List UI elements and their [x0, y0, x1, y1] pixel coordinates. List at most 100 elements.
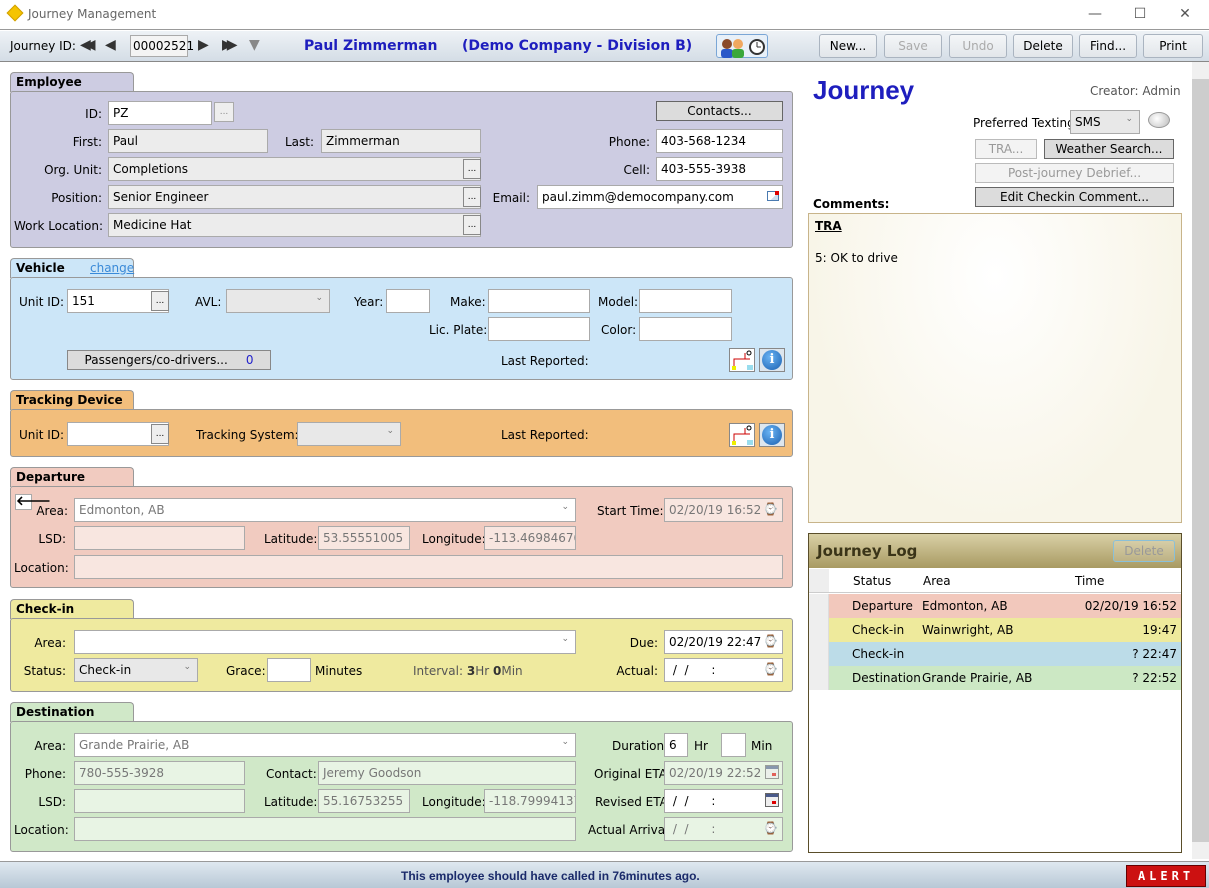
start-time-field[interactable]: 02/20/19 16:52 ⌚ — [664, 498, 783, 522]
clock-icon[interactable]: ⌚ — [763, 502, 778, 516]
first-record-icon[interactable]: ◀◀ — [80, 37, 95, 53]
tra-button[interactable]: TRA... — [975, 139, 1037, 159]
original-eta-field[interactable]: 02/20/19 22:52 — [664, 761, 783, 785]
calendar-icon[interactable] — [765, 793, 779, 807]
filter-icon[interactable]: ▼ — [249, 37, 260, 53]
first-name-field[interactable]: Paul — [108, 129, 268, 153]
people-clock-button[interactable] — [716, 34, 768, 58]
contact-field[interactable]: Jeremy Goodson — [318, 761, 576, 785]
dest-location-field[interactable] — [74, 817, 576, 841]
work-location-lookup-button[interactable]: ... — [463, 215, 481, 235]
duration-hours-field[interactable]: 6 — [664, 733, 688, 757]
plate-field[interactable] — [488, 317, 590, 341]
dest-lon-field[interactable]: -118.79994137 — [484, 789, 576, 813]
row-selector[interactable] — [809, 666, 829, 690]
send-email-icon[interactable] — [767, 191, 779, 201]
delete-button[interactable]: Delete — [1013, 34, 1073, 58]
duration-minutes-field[interactable] — [721, 733, 746, 757]
tracking-map-button[interactable] — [729, 423, 755, 447]
vehicle-map-button[interactable] — [729, 348, 755, 372]
post-journey-debrief-button[interactable]: Post-journey Debrief... — [975, 163, 1174, 183]
vertical-scrollbar[interactable] — [1192, 62, 1209, 859]
log-row[interactable]: Departure Edmonton, AB 02/20/19 16:52 — [809, 594, 1181, 618]
emp-id-field[interactable]: PZ — [108, 101, 212, 125]
last-record-icon[interactable]: ▶▶ — [222, 37, 237, 53]
journey-id-field[interactable]: 00002521 — [130, 35, 194, 57]
new-button[interactable]: New... — [819, 34, 877, 58]
change-vehicle-link[interactable]: change — [90, 261, 134, 275]
departure-lsd-field[interactable] — [74, 526, 245, 550]
speech-bubble-icon[interactable] — [1148, 112, 1170, 128]
email-field[interactable]: paul.zimm@democompany.com — [537, 185, 783, 209]
position-lookup-button[interactable]: ... — [463, 187, 481, 207]
clock-icon[interactable]: ⌚ — [763, 662, 778, 676]
edit-checkin-comment-button[interactable]: Edit Checkin Comment... — [975, 187, 1174, 207]
log-delete-button[interactable]: Delete — [1113, 540, 1175, 562]
actual-field[interactable]: / / : ⌚ — [664, 658, 783, 682]
year-field[interactable] — [386, 289, 430, 313]
emp-id-lookup-button[interactable]: ... — [214, 102, 234, 122]
clock-icon[interactable]: ⌚ — [763, 821, 778, 835]
dest-lat-field[interactable]: 55.16753255 — [318, 789, 410, 813]
preferred-texting-select[interactable]: SMS ⌄ — [1070, 110, 1140, 134]
col-header-area[interactable]: Area — [923, 574, 951, 588]
tracking-info-button[interactable]: i — [759, 423, 785, 447]
tracking-unit-lookup-button[interactable]: ... — [151, 424, 169, 444]
avl-select[interactable]: ⌄ — [226, 289, 330, 313]
row-selector[interactable] — [809, 642, 829, 666]
revised-eta-field[interactable]: / / : — [664, 789, 783, 813]
position-field[interactable]: Senior Engineer — [108, 185, 481, 209]
calendar-icon[interactable] — [765, 765, 779, 779]
contacts-button[interactable]: Contacts... — [656, 101, 783, 121]
color-field[interactable] — [639, 317, 732, 341]
departure-lat-field[interactable]: 53.55551005 — [318, 526, 410, 550]
find-button[interactable]: Find... — [1079, 34, 1137, 58]
actual-arrival-field[interactable]: / / : ⌚ — [664, 817, 783, 841]
title-bar: Journey Management — ☐ ✕ — [0, 0, 1209, 30]
comments-box[interactable]: TRA 5: OK to drive — [808, 213, 1182, 523]
departure-area-select[interactable]: Edmonton, AB ⌄ — [74, 498, 576, 522]
save-button[interactable]: Save — [884, 34, 942, 58]
next-record-icon[interactable]: ▶ — [198, 37, 209, 53]
departure-location-field[interactable] — [74, 555, 783, 579]
checkin-area-select[interactable]: ⌄ — [74, 630, 576, 654]
clock-icon[interactable]: ⌚ — [763, 634, 778, 648]
departure-lon-field[interactable]: -113.46984676 — [484, 526, 576, 550]
dest-area-select[interactable]: Grande Prairie, AB ⌄ — [74, 733, 576, 757]
cell-field[interactable]: 403-555-3938 — [656, 157, 783, 181]
last-name-field[interactable]: Zimmerman — [321, 129, 481, 153]
scrollbar-thumb[interactable] — [1192, 79, 1209, 842]
make-field[interactable] — [488, 289, 590, 313]
weather-search-button[interactable]: Weather Search... — [1044, 139, 1174, 159]
dest-phone-field[interactable]: 780-555-3928 — [74, 761, 245, 785]
maximize-button[interactable]: ☐ — [1125, 4, 1155, 24]
previous-record-icon[interactable]: ◀ — [105, 37, 116, 53]
dest-lsd-field[interactable] — [74, 789, 245, 813]
grace-field[interactable] — [267, 658, 311, 682]
col-header-status[interactable]: Status — [853, 574, 891, 588]
print-button[interactable]: Print — [1143, 34, 1203, 58]
close-button[interactable]: ✕ — [1170, 4, 1200, 24]
log-row[interactable]: Destination Grande Prairie, AB ? 22:52 — [809, 666, 1181, 690]
log-row[interactable]: Check-in ? 22:47 — [809, 642, 1181, 666]
vehicle-unit-lookup-button[interactable]: ... — [151, 291, 169, 311]
col-header-time[interactable]: Time — [1075, 574, 1104, 588]
passengers-button[interactable]: Passengers/co-drivers... 0 — [67, 350, 271, 370]
row-selector[interactable] — [809, 594, 829, 618]
org-unit-lookup-button[interactable]: ... — [463, 159, 481, 179]
minimize-button[interactable]: — — [1080, 4, 1110, 24]
vehicle-info-button[interactable]: i — [759, 348, 785, 372]
log-row[interactable]: Check-in Wainwright, AB 19:47 — [809, 618, 1181, 642]
checkin-status-select[interactable]: Check-in ⌄ — [74, 658, 198, 682]
due-field[interactable]: 02/20/19 22:47 ⌚ — [664, 630, 783, 654]
alert-button[interactable]: ALERT — [1126, 865, 1206, 887]
tracking-system-select[interactable]: ⌄ — [297, 422, 401, 446]
org-unit-field[interactable]: Completions — [108, 157, 481, 181]
phone-field[interactable]: 403-568-1234 — [656, 129, 783, 153]
undo-button[interactable]: Undo — [949, 34, 1007, 58]
model-field[interactable] — [639, 289, 732, 313]
work-location-field[interactable]: Medicine Hat — [108, 213, 481, 237]
departure-lon-label: Longitude: — [422, 532, 486, 546]
row-selector[interactable] — [809, 618, 829, 642]
email-label: Email: — [492, 191, 530, 205]
